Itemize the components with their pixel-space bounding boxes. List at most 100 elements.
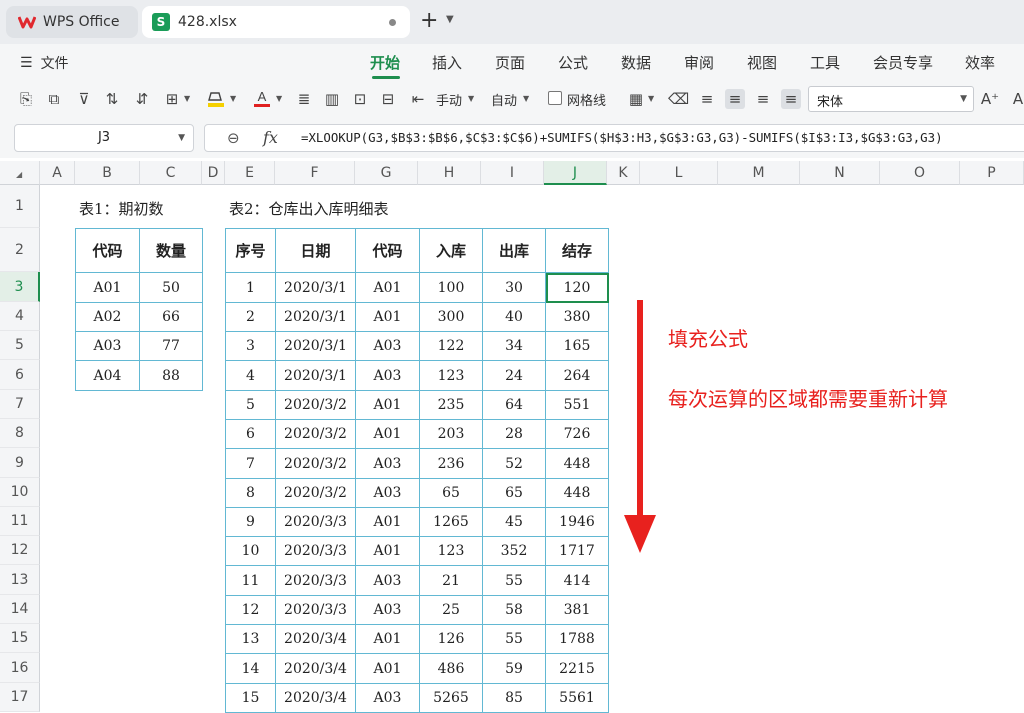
table2-cell[interactable]: A01 — [355, 653, 420, 684]
row-header-14[interactable]: 14 — [0, 595, 40, 624]
table1-cell[interactable]: A03 — [75, 331, 140, 361]
table2-cell[interactable]: 2020/3/4 — [275, 653, 356, 684]
new-tab-chevron-down-icon[interactable]: ▼ — [446, 14, 454, 25]
new-tab-plus-icon[interactable]: + — [420, 10, 438, 32]
column-header-i[interactable]: I — [481, 161, 544, 185]
table2-cell[interactable]: 14 — [225, 653, 276, 684]
table2-cell[interactable]: 52 — [482, 448, 546, 479]
column-header-a[interactable]: A — [40, 161, 75, 185]
row-header-15[interactable]: 15 — [0, 624, 40, 653]
table2-cell[interactable]: 5561 — [545, 683, 609, 713]
table1-header-cell[interactable]: 数量 — [139, 228, 203, 273]
font-color-icon[interactable]: A — [252, 89, 272, 109]
decrease-font-size-icon[interactable]: A — [1008, 89, 1024, 109]
table2-cell[interactable]: 2020/3/4 — [275, 624, 356, 654]
formula-text[interactable]: =XLOOKUP(G3,$B$3:$B$6,$C$3:$C$6)+SUMIFS(… — [301, 130, 943, 145]
table1-header-cell[interactable]: 代码 — [75, 228, 140, 273]
table2-cell[interactable]: 123 — [419, 360, 483, 391]
table2-cell[interactable]: 2 — [225, 302, 276, 332]
table2-cell[interactable]: 2020/3/2 — [275, 419, 356, 449]
manual-calc-button[interactable]: 手动 — [436, 90, 462, 109]
column-header-d[interactable]: D — [202, 161, 225, 185]
table2-cell[interactable]: 126 — [419, 624, 483, 654]
table2-cell[interactable]: 551 — [545, 390, 609, 420]
table2-cell[interactable]: 300 — [419, 302, 483, 332]
table2-cell[interactable]: 13 — [225, 624, 276, 654]
table2-cell[interactable]: 34 — [482, 331, 546, 361]
insert-function-icon[interactable]: fx — [263, 128, 278, 147]
align-right-icon[interactable]: ≡ — [753, 89, 773, 109]
table2-cell[interactable]: 2020/3/2 — [275, 390, 356, 420]
table2-cell[interactable]: A01 — [355, 419, 420, 449]
table2-cell[interactable]: 3 — [225, 331, 276, 361]
table2-cell[interactable]: 2020/3/1 — [275, 302, 356, 332]
table2-cell[interactable]: 726 — [545, 419, 609, 449]
table1-cell[interactable]: A02 — [75, 302, 140, 332]
table2-header-cell[interactable]: 入库 — [419, 228, 483, 273]
sort-ascending-icon[interactable]: ⇅ — [102, 89, 122, 109]
fill-color-icon[interactable] — [206, 89, 226, 109]
table2-cell[interactable]: 59 — [482, 653, 546, 684]
column-header-b[interactable]: B — [75, 161, 140, 185]
menu-review[interactable]: 审阅 — [684, 52, 714, 73]
table2-cell[interactable]: 381 — [545, 595, 609, 625]
table2-cell[interactable]: A01 — [355, 390, 420, 420]
manual-calc-chevron-down-icon[interactable]: ▼ — [468, 94, 474, 103]
table2-cell[interactable]: 486 — [419, 653, 483, 684]
table1-cell[interactable]: A01 — [75, 272, 140, 303]
table2-header-cell[interactable]: 代码 — [355, 228, 420, 273]
table2-cell[interactable]: 380 — [545, 302, 609, 332]
select-all-corner[interactable]: ◢ — [0, 161, 40, 185]
table2-cell[interactable]: 4 — [225, 360, 276, 391]
fill-color-chevron-down-icon[interactable]: ▼ — [230, 94, 236, 103]
row-header-5[interactable]: 5 — [0, 331, 40, 360]
table2-cell[interactable]: 55 — [482, 624, 546, 654]
table2-cell[interactable]: 30 — [482, 272, 546, 303]
table2-cell[interactable]: 1265 — [419, 507, 483, 537]
table2-cell[interactable]: 40 — [482, 302, 546, 332]
column-header-g[interactable]: G — [355, 161, 418, 185]
table2-cell[interactable]: 448 — [545, 478, 609, 508]
table2-cell[interactable]: A03 — [355, 448, 420, 479]
table1-cell[interactable]: 77 — [139, 331, 203, 361]
table2-cell[interactable]: 2020/3/1 — [275, 331, 356, 361]
column-header-j[interactable]: J — [544, 161, 607, 185]
table2-cell[interactable]: 264 — [545, 360, 609, 391]
merge-cells-icon[interactable]: ▥ — [322, 89, 342, 109]
row-header-3[interactable]: 3 — [0, 272, 40, 302]
table2-cell[interactable]: 100 — [419, 272, 483, 303]
table2-cell[interactable]: 65 — [482, 478, 546, 508]
zoom-search-icon[interactable]: ⊖ — [227, 129, 240, 147]
table2-cell[interactable]: 2020/3/2 — [275, 478, 356, 508]
sort-descending-icon[interactable]: ⇵ — [132, 89, 152, 109]
table2-cell[interactable]: A01 — [355, 302, 420, 332]
gridlines-checkbox[interactable] — [548, 91, 562, 105]
table2-cell[interactable]: 2020/3/2 — [275, 448, 356, 479]
table1-cell[interactable]: 88 — [139, 360, 203, 391]
table2-cell[interactable]: 9 — [225, 507, 276, 537]
table2-cell[interactable]: 236 — [419, 448, 483, 479]
tab-file[interactable]: S 428.xlsx — [142, 6, 410, 38]
column-header-o[interactable]: O — [880, 161, 960, 185]
align-center-icon[interactable]: ≡ — [725, 89, 745, 109]
table2-cell[interactable]: 2020/3/1 — [275, 360, 356, 391]
conditional-format-icon[interactable]: ▦ — [626, 89, 646, 109]
row-header-11[interactable]: 11 — [0, 507, 40, 536]
menu-view[interactable]: 视图 — [747, 52, 777, 73]
name-box-chevron-down-icon[interactable]: ▼ — [178, 125, 185, 151]
table2-cell[interactable]: 5 — [225, 390, 276, 420]
table2-cell[interactable]: A01 — [355, 272, 420, 303]
borders-icon[interactable]: ⊞ — [162, 89, 182, 109]
row-header-16[interactable]: 16 — [0, 653, 40, 683]
table2-cell[interactable]: 203 — [419, 419, 483, 449]
file-menu-button[interactable]: ☰ 文件 — [20, 53, 69, 73]
row-header-1[interactable]: 1 — [0, 185, 40, 228]
column-header-e[interactable]: E — [225, 161, 275, 185]
table2-cell[interactable]: 2020/3/1 — [275, 272, 356, 303]
format-painter-icon[interactable]: ⧉ — [44, 89, 64, 109]
row-header-13[interactable]: 13 — [0, 565, 40, 595]
column-header-n[interactable]: N — [800, 161, 880, 185]
auto-calc-chevron-down-icon[interactable]: ▼ — [523, 94, 529, 103]
table2-cell[interactable]: 235 — [419, 390, 483, 420]
menu-efficiency[interactable]: 效率 — [965, 52, 995, 73]
